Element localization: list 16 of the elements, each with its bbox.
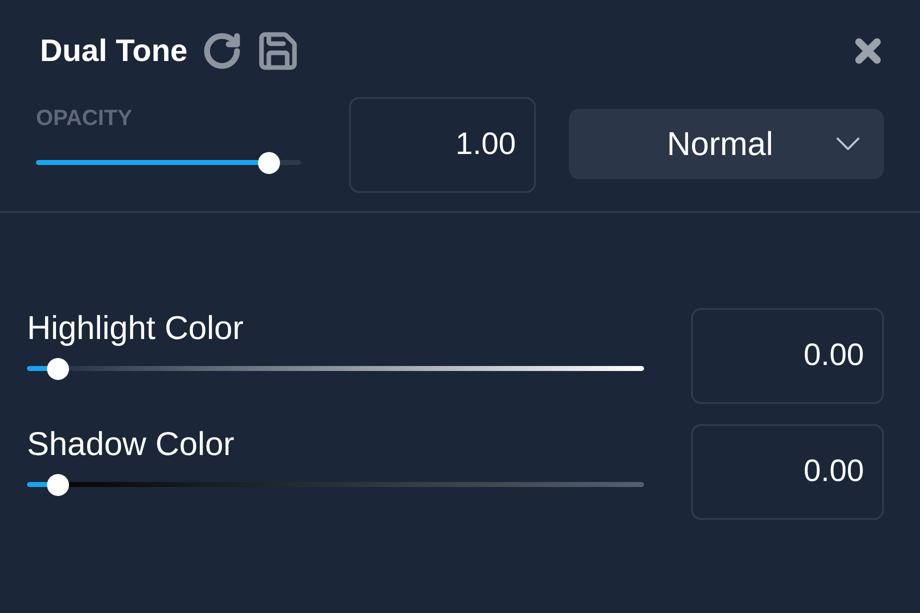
blend-mode-dropdown[interactable]: Normal [568, 108, 884, 178]
chevron-down-icon [836, 137, 860, 150]
opacity-field[interactable]: 1.00 [348, 96, 536, 192]
color-label: Shadow Color [27, 426, 236, 460]
opacity-label: OPACITY [36, 104, 134, 132]
color-value-field[interactable]: 0.00 [691, 308, 884, 404]
slider-thumb[interactable] [46, 358, 69, 380]
panel-title: Dual Tone [40, 32, 188, 70]
slider[interactable] [27, 474, 644, 496]
slider-thumb[interactable] [46, 474, 69, 496]
color-label: Highlight Color [27, 310, 244, 344]
slider[interactable] [27, 358, 644, 380]
reset-icon[interactable] [202, 31, 242, 72]
slider-thumb[interactable] [258, 152, 280, 174]
slider[interactable] [36, 152, 301, 174]
color-value-field[interactable]: 0.00 [691, 424, 884, 520]
